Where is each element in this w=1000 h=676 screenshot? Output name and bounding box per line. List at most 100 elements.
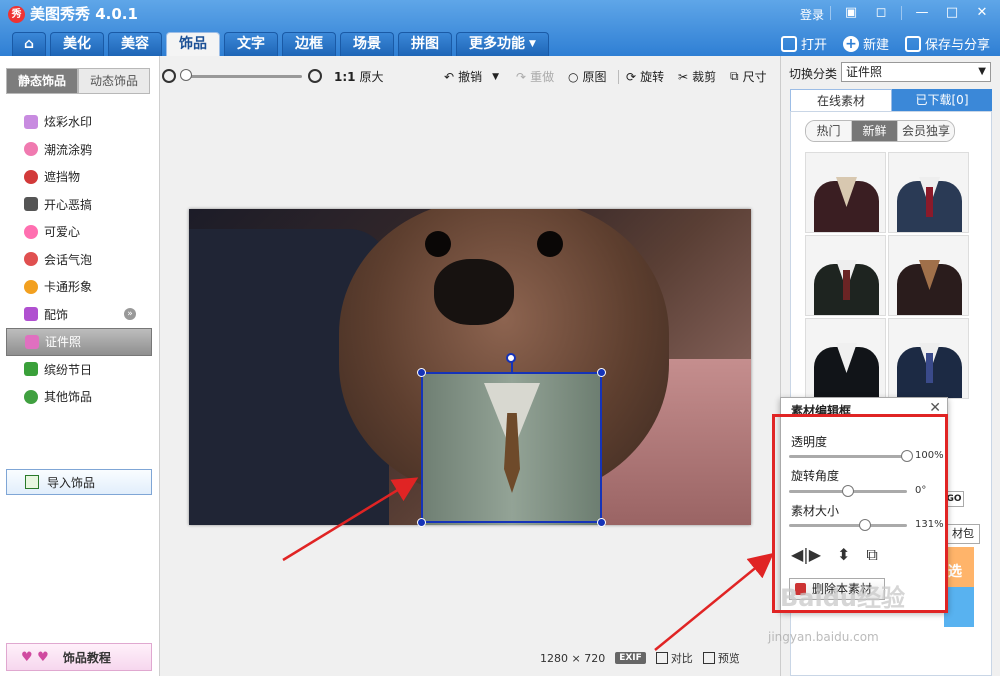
- subtab-hot[interactable]: 热门: [806, 121, 852, 141]
- tab-downloaded[interactable]: 已下载[0]: [892, 89, 992, 111]
- material-thumb[interactable]: [888, 152, 969, 233]
- new-button[interactable]: + 新建: [842, 34, 889, 53]
- category-item[interactable]: 会话气泡: [6, 246, 152, 274]
- chevron-down-icon: ▼: [492, 71, 499, 82]
- zoom-slider[interactable]: [182, 75, 302, 78]
- crop-button[interactable]: ✂ 裁剪: [678, 68, 716, 85]
- tab-dynamic-accessories[interactable]: 动态饰品: [78, 68, 150, 94]
- bow-icon: [24, 307, 38, 322]
- zoom-in-icon[interactable]: [308, 69, 322, 83]
- rotate-button[interactable]: ⟳ 旋转: [626, 68, 664, 85]
- login-link[interactable]: 登录: [800, 6, 824, 23]
- category-select[interactable]: 证件照 ▼: [841, 62, 991, 82]
- minimize-icon[interactable]: —: [912, 4, 932, 22]
- open-button[interactable]: 打开: [780, 34, 827, 53]
- sidebar-tabs: 静态饰品 动态饰品: [6, 68, 150, 94]
- tab-beautify[interactable]: 美化: [50, 32, 104, 56]
- tab-static-accessories[interactable]: 静态饰品: [6, 68, 78, 94]
- resize-handle-bottom-left[interactable]: [417, 518, 426, 527]
- exif-button[interactable]: EXIF: [615, 652, 646, 664]
- tab-online-material[interactable]: 在线素材: [790, 89, 892, 111]
- new-label: 新建: [862, 38, 889, 53]
- subtab-vip[interactable]: 会员独享: [898, 121, 954, 141]
- category-item[interactable]: 卡通形象: [6, 273, 152, 301]
- material-thumb[interactable]: [805, 318, 886, 399]
- resize-handle-top-right[interactable]: [597, 368, 606, 377]
- tab-border[interactable]: 边框: [282, 32, 336, 56]
- tab-accessories[interactable]: 饰品: [166, 32, 220, 56]
- sticker-selection-box[interactable]: [421, 372, 602, 523]
- material-thumb[interactable]: [805, 152, 886, 233]
- expand-icon[interactable]: »: [124, 307, 136, 320]
- preview-button[interactable]: 预览: [702, 650, 740, 666]
- import-accessory-button[interactable]: 导入饰品: [6, 469, 152, 495]
- category-item[interactable]: 缤纷节日: [6, 356, 152, 384]
- close-icon[interactable]: ✕: [972, 4, 992, 22]
- category-item[interactable]: 配饰 »: [6, 301, 152, 329]
- undo-button[interactable]: ↶ 撤销 ▼: [444, 68, 499, 85]
- watermark-url: jingyan.baidu.com: [768, 630, 879, 644]
- category-item[interactable]: 遮挡物: [6, 163, 152, 191]
- tutorial-icon: ♥ ♥: [21, 649, 49, 665]
- material-tabs: 在线素材 已下载[0]: [790, 89, 992, 111]
- tab-more[interactable]: 更多功能 ▼: [456, 32, 549, 56]
- preview-icon: [702, 652, 715, 664]
- sparkle-icon: [24, 114, 38, 129]
- category-select-value: 证件照: [846, 65, 883, 79]
- redo-button[interactable]: ↷ 重做: [516, 68, 554, 85]
- tab-scene[interactable]: 场景: [340, 32, 394, 56]
- category-item[interactable]: 其他饰品: [6, 383, 152, 411]
- zoom-slider-handle[interactable]: [180, 69, 192, 81]
- ratio-button[interactable]: 1:1 原大: [334, 68, 384, 85]
- material-thumb[interactable]: [888, 318, 969, 399]
- resize-icon: ⧉: [730, 69, 739, 83]
- tab-face[interactable]: 美容: [108, 32, 162, 56]
- lips-icon: [24, 142, 38, 157]
- save-share-button[interactable]: 保存与分享: [904, 34, 990, 53]
- redo-icon: ↷: [516, 69, 527, 84]
- material-thumb[interactable]: [888, 235, 969, 316]
- material-pack-button[interactable]: 材包: [946, 524, 980, 544]
- heart-icon: [24, 224, 38, 239]
- prank-icon: [24, 197, 38, 212]
- tab-home[interactable]: ⌂: [12, 32, 46, 56]
- tab-collage[interactable]: 拼图: [398, 32, 452, 56]
- material-thumb[interactable]: [805, 235, 886, 316]
- category-item[interactable]: 可爱心: [6, 218, 152, 246]
- accessory-sidebar: 静态饰品 动态饰品 炫彩水印 潮流涂鸦 遮挡物 开心恶搞 可爱心 会话气泡 卡通…: [0, 56, 160, 676]
- thumb-tie: [843, 270, 850, 300]
- category-item[interactable]: 炫彩水印: [6, 108, 152, 136]
- category-item[interactable]: 开心恶搞: [6, 191, 152, 219]
- resize-handle-top-left[interactable]: [417, 368, 426, 377]
- photo-dog-nose: [434, 259, 514, 325]
- maximize-icon[interactable]: □: [942, 4, 962, 22]
- zoom-out-icon[interactable]: [162, 69, 176, 83]
- circle-icon: ○: [568, 69, 579, 84]
- tab-text[interactable]: 文字: [224, 32, 278, 56]
- rotate-handle[interactable]: [506, 353, 516, 363]
- speech-bubble-icon: [24, 252, 38, 267]
- original-button[interactable]: ○ 原图: [568, 68, 607, 85]
- gift-icon: [24, 362, 38, 377]
- select-banner[interactable]: 选: [944, 547, 974, 627]
- resize-handle-bottom-right[interactable]: [597, 518, 606, 527]
- thumb-tie: [926, 353, 933, 383]
- scissors-icon: ✂: [678, 69, 689, 84]
- preview-label: 预览: [717, 652, 740, 665]
- message-icon[interactable]: ▣: [841, 4, 861, 22]
- size-button[interactable]: ⧉ 尺寸: [730, 68, 767, 85]
- subtab-fresh[interactable]: 新鲜: [852, 121, 898, 141]
- tab-more-label: 更多功能: [469, 36, 525, 52]
- skin-icon[interactable]: ◻: [871, 4, 891, 22]
- app-title: 美图秀秀 4.0.1: [30, 5, 138, 23]
- photo-dog-eye: [425, 231, 451, 257]
- shirt-icon: [25, 334, 39, 349]
- cartoon-icon: [24, 279, 38, 294]
- category-item-id-photo[interactable]: 证件照: [6, 328, 152, 356]
- rotate-icon: ⟳: [626, 69, 637, 84]
- category-item[interactable]: 潮流涂鸦: [6, 136, 152, 164]
- accessory-tutorial-button[interactable]: ♥ ♥ 饰品教程: [6, 643, 152, 671]
- compare-button[interactable]: 对比: [655, 650, 693, 666]
- window-controls: ▣ ◻ — □ ✕: [830, 4, 992, 22]
- mask-icon: [24, 169, 38, 184]
